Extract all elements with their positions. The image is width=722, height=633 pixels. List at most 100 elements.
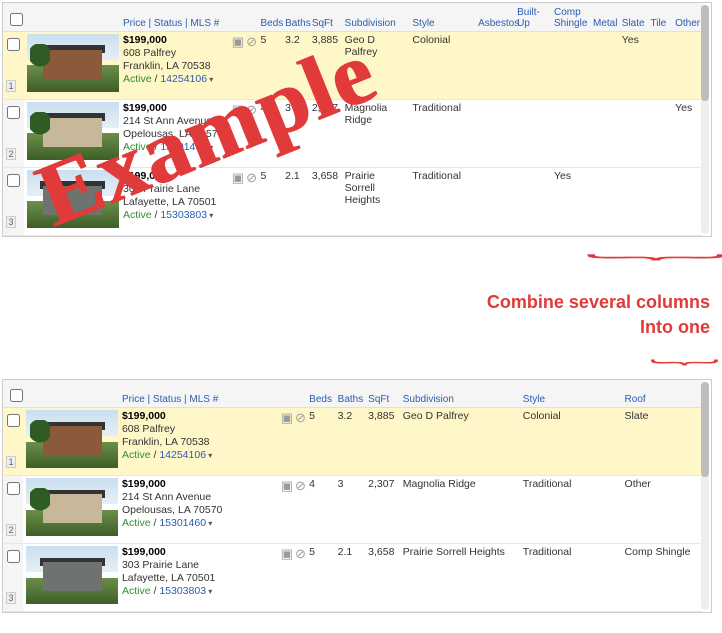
row-select-cell: 1 — [3, 408, 23, 476]
address-line1: 303 Prairie Lane — [122, 559, 199, 571]
baths-cell: 3.2 — [335, 408, 366, 476]
header-baths[interactable]: Baths — [335, 380, 366, 408]
header-sqft[interactable]: SqFt — [365, 380, 400, 408]
asbestos-cell — [475, 31, 514, 99]
listing-photo[interactable] — [27, 34, 119, 92]
header-metal[interactable]: Metal — [590, 3, 619, 31]
roof-cell: Slate — [622, 408, 703, 476]
status: Active — [122, 449, 151, 461]
header-price-status-mls[interactable]: Price | Status | MLS # — [120, 3, 229, 31]
header-beds[interactable]: Beds — [306, 380, 334, 408]
style-cell: Colonial — [520, 408, 622, 476]
listing-details: $199,000 303 Prairie Lane Lafayette, LA … — [122, 546, 275, 599]
briefcase-icon[interactable]: ▣ — [232, 34, 246, 49]
header-baths[interactable]: Baths — [282, 3, 309, 31]
briefcase-icon[interactable]: ▣ — [232, 102, 246, 117]
beds-cell: 4 — [306, 476, 334, 544]
block-icon[interactable]: ⊘ — [295, 410, 306, 425]
briefcase-icon[interactable]: ▣ — [281, 410, 295, 425]
address-line2: Lafayette, LA 70501 — [122, 572, 215, 584]
header-slate[interactable]: Slate — [619, 3, 648, 31]
row-checkbox[interactable] — [7, 414, 20, 427]
row-checkbox[interactable] — [7, 550, 20, 563]
mls-link[interactable]: 14254106 — [160, 73, 213, 85]
header-roof[interactable]: Roof — [622, 380, 703, 408]
row-number: 2 — [6, 148, 16, 160]
row-checkbox[interactable] — [7, 482, 20, 495]
header-comp-shingle[interactable]: Comp Shingle — [551, 3, 590, 31]
row-actions: ▣⊘✎ — [278, 476, 306, 544]
beds-cell: 5 — [258, 31, 283, 99]
listing-photo[interactable] — [27, 170, 119, 228]
row-select-cell: 2 — [3, 99, 24, 167]
scrollbar[interactable] — [701, 5, 709, 234]
beds-cell: 5 — [306, 544, 334, 612]
listing-photo[interactable] — [26, 410, 118, 468]
table-row[interactable]: 2 $199,000 214 St Ann Avenue Opelousas, … — [3, 476, 703, 544]
block-icon[interactable]: ⊘ — [246, 170, 257, 185]
beds-cell: 5 — [258, 167, 283, 235]
block-icon[interactable]: ⊘ — [246, 102, 257, 117]
style-cell: Traditional — [409, 167, 475, 235]
listing-details: $199,000 608 Palfrey Franklin, LA 70538 … — [122, 410, 275, 463]
scrollbar[interactable] — [701, 382, 709, 611]
roof-cell: Comp Shingle — [622, 544, 703, 612]
header-sqft[interactable]: SqFt — [309, 3, 342, 31]
header-style[interactable]: Style — [520, 380, 622, 408]
mls-link[interactable]: 15303803 — [159, 585, 212, 597]
beds-cell: 4 — [258, 99, 283, 167]
baths-cell: 2.1 — [282, 167, 309, 235]
row-number: 3 — [6, 216, 16, 228]
header-beds[interactable]: Beds — [258, 3, 283, 31]
listing-photo[interactable] — [26, 478, 118, 536]
listing-details: $199,000 303 Prairie Lane Lafayette, LA … — [123, 170, 226, 223]
block-icon[interactable]: ⊘ — [246, 34, 257, 49]
header-tile[interactable]: Tile — [647, 3, 672, 31]
header-subdivision[interactable]: Subdivision — [342, 3, 410, 31]
briefcase-icon[interactable]: ▣ — [281, 478, 295, 493]
header-style[interactable]: Style — [409, 3, 475, 31]
photo-cell — [23, 476, 119, 544]
brace-icon: ︸ — [566, 367, 710, 376]
details-cell: $199,000 303 Prairie Lane Lafayette, LA … — [120, 167, 229, 235]
table-row[interactable]: 2 $199,000 214 St Ann Avenue Opelousas, … — [3, 99, 703, 167]
header-asbestos[interactable]: Asbestos — [475, 3, 514, 31]
mls-link[interactable]: 15303803 — [160, 209, 213, 221]
scroll-thumb[interactable] — [701, 382, 709, 478]
header-builtup[interactable]: Built-Up — [514, 3, 551, 31]
mls-link[interactable]: 15301460 — [160, 141, 213, 153]
mls-link[interactable]: 15301460 — [159, 517, 212, 529]
scroll-thumb[interactable] — [701, 5, 709, 101]
metal-cell — [590, 167, 619, 235]
row-number: 2 — [6, 524, 16, 536]
builtup-cell — [514, 31, 551, 99]
header-subdivision[interactable]: Subdivision — [400, 380, 520, 408]
select-all-checkbox[interactable] — [10, 389, 23, 402]
table-row[interactable]: 3 $199,000 303 Prairie Lane Lafayette, L… — [3, 167, 703, 235]
header-other[interactable]: Other — [672, 3, 703, 31]
table-row[interactable]: 1 $199,000 608 Palfrey Franklin, LA 7053… — [3, 408, 703, 476]
block-icon[interactable]: ⊘ — [295, 546, 306, 561]
listing-photo[interactable] — [27, 102, 119, 160]
header-price-status-mls[interactable]: Price | Status | MLS # — [119, 380, 278, 408]
address-line2: Lafayette, LA 70501 — [123, 196, 216, 208]
row-checkbox[interactable] — [7, 106, 20, 119]
table-row[interactable]: 1 $199,000 608 Palfrey Franklin, LA 7053… — [3, 31, 703, 99]
block-icon[interactable]: ⊘ — [295, 478, 306, 493]
select-all-checkbox[interactable] — [10, 13, 23, 26]
combine-annotation: ︸ Combine several columns Into one — [460, 262, 710, 338]
row-checkbox[interactable] — [7, 38, 20, 51]
row-checkbox[interactable] — [7, 174, 20, 187]
mls-link[interactable]: 14254106 — [159, 449, 212, 461]
subdivision-cell: Magnolia Ridge — [342, 99, 410, 167]
sep: / — [151, 585, 160, 597]
row-number: 1 — [6, 80, 16, 92]
results-table-before: Price | Status | MLS # Beds Baths SqFt S… — [3, 3, 703, 236]
briefcase-icon[interactable]: ▣ — [232, 170, 246, 185]
subdivision-cell: Magnolia Ridge — [400, 476, 520, 544]
briefcase-icon[interactable]: ▣ — [281, 546, 295, 561]
price: $199,000 — [122, 410, 166, 422]
table-row[interactable]: 3 $199,000 303 Prairie Lane Lafayette, L… — [3, 544, 703, 612]
listing-photo[interactable] — [26, 546, 118, 604]
photo-cell — [23, 408, 119, 476]
